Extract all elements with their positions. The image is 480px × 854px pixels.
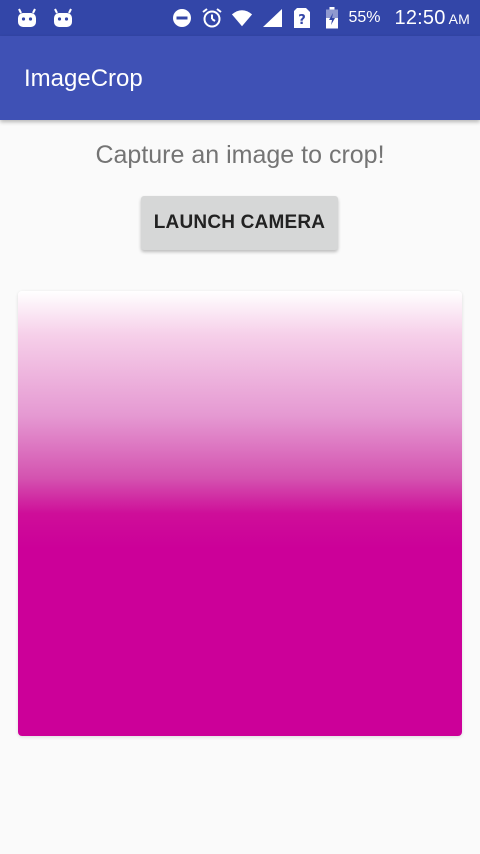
cropped-image-preview[interactable] <box>18 291 462 736</box>
clock-ampm: AM <box>448 10 470 27</box>
app-title: ImageCrop <box>24 65 143 92</box>
status-bar: ? 55% 12:50 AM <box>0 0 480 36</box>
screen: ? 55% 12:50 AM ImageCrop Capture an image… <box>0 0 480 854</box>
notification-icons <box>16 6 74 30</box>
android-icon <box>16 7 38 29</box>
clock: 12:50 AM <box>395 7 470 30</box>
capture-caption: Capture an image to crop! <box>95 141 385 169</box>
app-bar: ImageCrop <box>0 36 480 120</box>
battery-percent: 55% <box>348 9 381 26</box>
android-icon <box>52 7 74 29</box>
launch-camera-button[interactable]: LAUNCH CAMERA <box>141 196 338 250</box>
do-not-disturb-icon <box>171 7 193 29</box>
wifi-icon <box>231 7 253 29</box>
signal-icon <box>261 7 283 29</box>
system-icons: ? 55% 12:50 AM <box>171 0 471 36</box>
svg-text:?: ? <box>298 13 306 28</box>
no-sim-icon: ? <box>291 7 313 29</box>
clock-time: 12:50 <box>394 6 446 29</box>
alarm-icon <box>201 7 223 29</box>
battery-icon <box>321 7 343 29</box>
